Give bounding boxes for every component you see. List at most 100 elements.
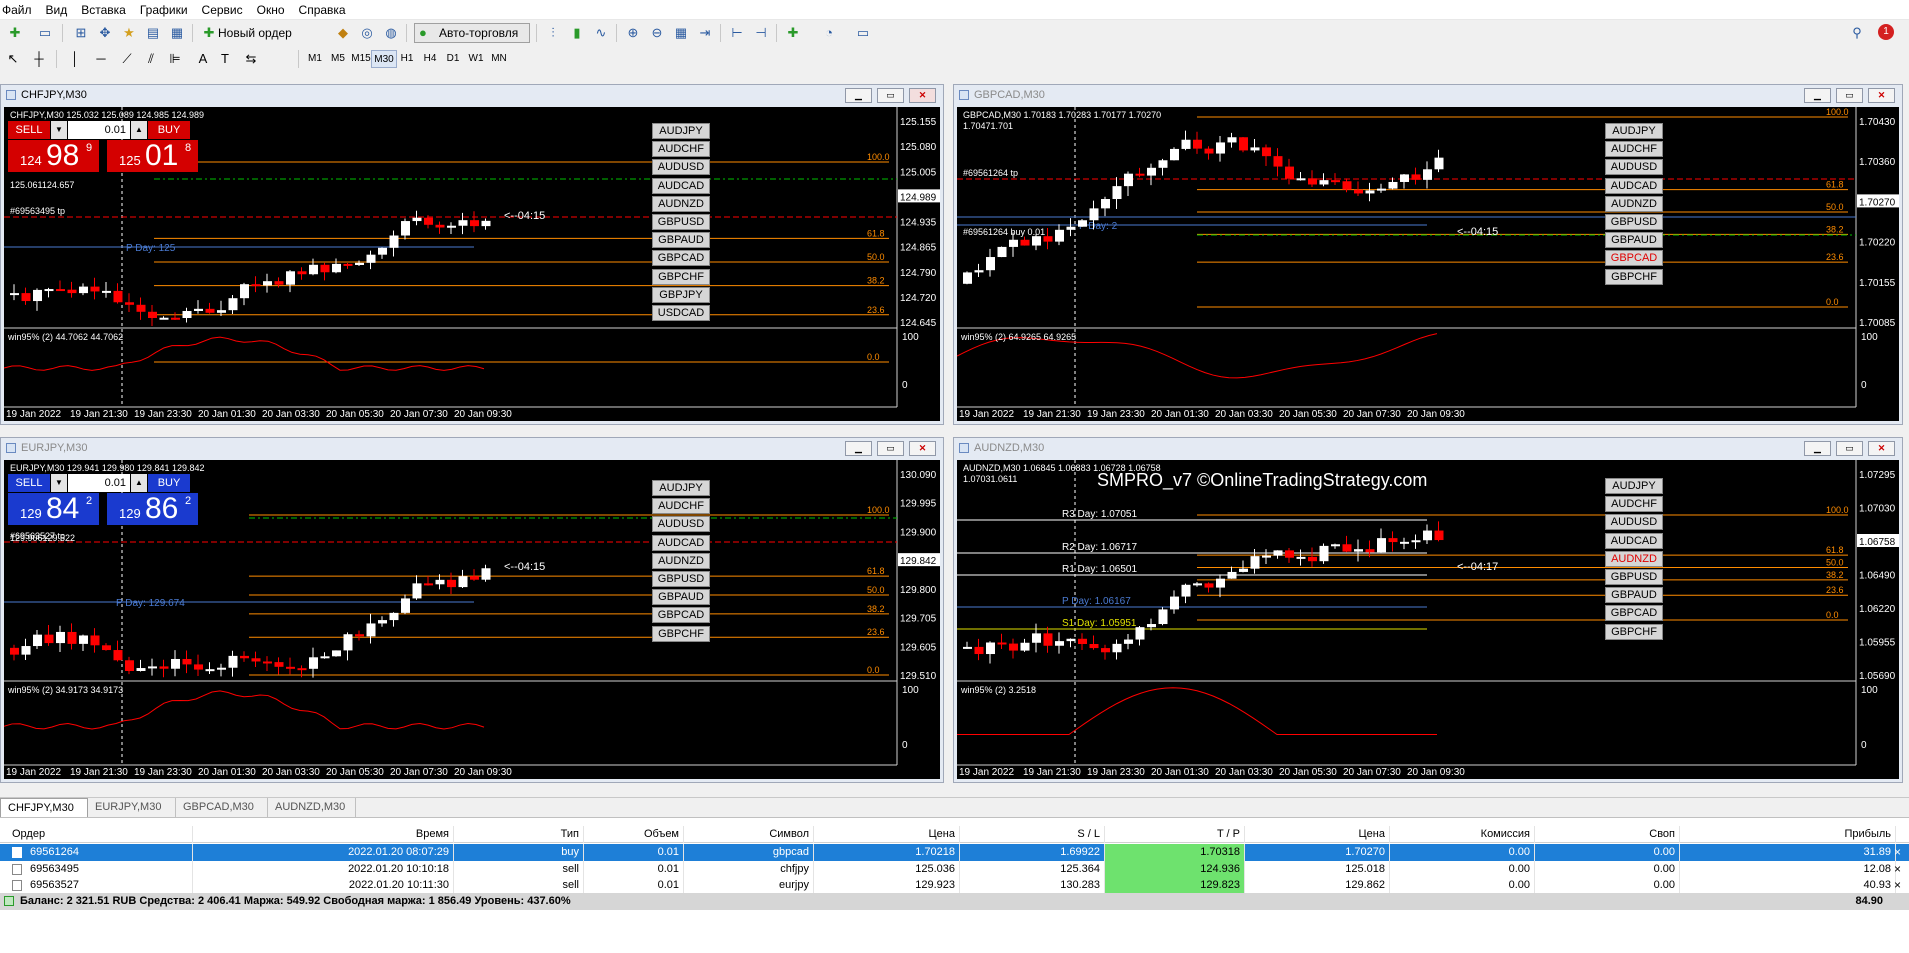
- chart-canvas[interactable]: 1.70430 1.70360 1.70270 1.70220 1.70155 1.700…: [957, 107, 1899, 421]
- column-header[interactable]: T / P: [1105, 826, 1245, 843]
- symbol-button-gbpcad[interactable]: GBPCAD: [652, 607, 710, 624]
- order-row[interactable]: 69563527 2022.01.20 10:11:30 sell 0.01 eurjp…: [0, 877, 1909, 894]
- order-row[interactable]: 69561264 2022.01.20 08:07:29 buy 0.01 gbpcad…: [0, 844, 1909, 861]
- symbol-button-audcad[interactable]: AUDCAD: [652, 534, 710, 551]
- sell-button[interactable]: SELL: [8, 121, 50, 139]
- symbol-button-gbpchf[interactable]: GBPCHF: [652, 625, 710, 642]
- indicators-icon[interactable]: ⊣: [750, 23, 772, 43]
- menu-5[interactable]: Окно: [250, 0, 292, 17]
- column-header[interactable]: Символ: [684, 826, 814, 843]
- symbol-button-audusd[interactable]: AUDUSD: [1605, 514, 1663, 531]
- order-row[interactable]: 69563495 2022.01.20 10:10:18 sell 0.01 chfjp…: [0, 860, 1909, 878]
- profiles-icon[interactable]: ▭: [34, 23, 56, 43]
- symbol-button-gbpusd[interactable]: GBPUSD: [1605, 214, 1663, 230]
- chart-window-audnzd[interactable]: AUDNZD,M30 ▁ ▭ ✕ 1.07295 1.07030 1.06758 1.0649…: [953, 437, 1903, 783]
- text-icon[interactable]: A: [192, 49, 214, 69]
- autoscroll-icon[interactable]: ⇥: [694, 23, 716, 43]
- terminal-icon[interactable]: ▤: [142, 23, 164, 43]
- timeframe-mn[interactable]: MN: [486, 50, 512, 68]
- column-header[interactable]: Комиссия: [1390, 826, 1535, 843]
- autotrading-button[interactable]: ● Авто-торговля: [414, 23, 530, 43]
- column-header[interactable]: Тип: [454, 826, 584, 843]
- close-icon[interactable]: ✕: [1868, 88, 1895, 103]
- symbol-button-gbpchf[interactable]: GBPCHF: [1605, 268, 1663, 285]
- line-chart-icon[interactable]: ∿: [590, 23, 612, 43]
- close-order-icon[interactable]: ×: [1894, 877, 1901, 894]
- label-icon[interactable]: T: [214, 49, 236, 69]
- column-header[interactable]: Цена: [814, 826, 960, 843]
- chart-canvas[interactable]: 1.07295 1.07030 1.06758 1.06490 1.06220 1.059…: [957, 460, 1899, 779]
- symbol-button-audjpy[interactable]: AUDJPY: [652, 123, 710, 139]
- menu-6[interactable]: Справка: [292, 0, 353, 17]
- symbol-button-audcad[interactable]: AUDCAD: [1605, 177, 1663, 194]
- column-header[interactable]: Прибыль: [1680, 826, 1896, 843]
- menu-4[interactable]: Сервис: [195, 0, 250, 17]
- minimize-icon[interactable]: ▁: [845, 88, 872, 103]
- fibonacci-icon[interactable]: ⊫: [164, 49, 186, 69]
- zoom-in-icon[interactable]: ⊕: [622, 23, 644, 43]
- market-watch-icon[interactable]: ⊞: [70, 23, 92, 43]
- periods-icon[interactable]: ◔: [818, 23, 840, 43]
- new-chart-icon[interactable]: ✚: [4, 23, 26, 43]
- volume-input[interactable]: 0.01: [68, 474, 130, 492]
- column-header[interactable]: Своп: [1535, 826, 1680, 843]
- volume-up-icon[interactable]: ▲: [131, 121, 147, 139]
- data-window-icon[interactable]: ✥: [94, 23, 116, 43]
- candlestick-icon[interactable]: ▮: [566, 23, 588, 43]
- notifications-icon[interactable]: 1: [1878, 24, 1894, 40]
- channel-icon[interactable]: ⫽: [140, 49, 162, 69]
- symbol-button-audcad[interactable]: AUDCAD: [1605, 532, 1663, 549]
- bid-price[interactable]: 129 84 2: [8, 493, 99, 525]
- chart-canvas[interactable]: 125.155 125.080 125.005 124.989 124.935 124.8…: [4, 107, 940, 421]
- symbol-button-gbpaud[interactable]: GBPAUD: [652, 232, 710, 249]
- chart-tab[interactable]: CHFJPY,M30: [0, 798, 88, 817]
- symbol-button-audusd[interactable]: AUDUSD: [652, 159, 710, 176]
- symbol-button-usdcad[interactable]: USDCAD: [652, 305, 710, 321]
- close-order-icon[interactable]: ×: [1894, 844, 1901, 861]
- vertical-line-icon[interactable]: │: [64, 49, 86, 69]
- symbol-button-gbpcad[interactable]: GBPCAD: [1605, 250, 1663, 267]
- close-icon[interactable]: ✕: [909, 441, 936, 456]
- symbol-button-gbpaud[interactable]: GBPAUD: [1605, 232, 1663, 249]
- bar-chart-icon[interactable]: ⫶: [542, 23, 564, 43]
- menu-2[interactable]: Вставка: [74, 0, 133, 17]
- shapes-icon[interactable]: ⇆: [240, 49, 262, 69]
- metaeditor-icon[interactable]: ◆: [332, 23, 354, 43]
- symbol-button-audjpy[interactable]: AUDJPY: [1605, 478, 1663, 494]
- symbol-button-gbpjpy[interactable]: GBPJPY: [652, 286, 710, 303]
- zoom-out-icon[interactable]: ⊖: [646, 23, 668, 43]
- column-header[interactable]: S / L: [960, 826, 1105, 843]
- symbol-button-audjpy[interactable]: AUDJPY: [652, 480, 710, 496]
- buy-button[interactable]: BUY: [148, 474, 190, 492]
- maximize-icon[interactable]: ▭: [877, 88, 904, 103]
- buy-button[interactable]: BUY: [148, 121, 190, 139]
- symbol-button-gbpusd[interactable]: GBPUSD: [1605, 569, 1663, 585]
- symbol-button-audchf[interactable]: AUDCHF: [652, 498, 710, 515]
- menu-0[interactable]: Файл: [0, 0, 39, 17]
- volume-input[interactable]: 0.01: [68, 121, 130, 139]
- symbol-button-gbpusd[interactable]: GBPUSD: [652, 571, 710, 587]
- maximize-icon[interactable]: ▭: [1836, 88, 1863, 103]
- bid-price[interactable]: 124 98 9: [8, 140, 99, 172]
- volume-up-icon[interactable]: ▲: [131, 474, 147, 492]
- chart-tab[interactable]: EURJPY,M30: [88, 798, 176, 817]
- cursor-icon[interactable]: ↖: [2, 49, 24, 69]
- close-order-icon[interactable]: ×: [1894, 861, 1901, 878]
- ask-price[interactable]: 129 86 2: [107, 493, 198, 525]
- symbol-button-gbpchf[interactable]: GBPCHF: [652, 268, 710, 285]
- maximize-icon[interactable]: ▭: [877, 441, 904, 456]
- maximize-icon[interactable]: ▭: [1836, 441, 1863, 456]
- tile-windows-icon[interactable]: ▦: [670, 23, 692, 43]
- tester-icon[interactable]: ▦: [166, 23, 188, 43]
- column-header[interactable]: Ордер: [8, 826, 193, 843]
- search-icon[interactable]: ⚲: [1846, 23, 1868, 43]
- chart-shift-icon[interactable]: ⊢: [726, 23, 748, 43]
- symbol-button-audnzd[interactable]: AUDNZD: [652, 552, 710, 569]
- close-icon[interactable]: ✕: [909, 88, 936, 103]
- menu-1[interactable]: Вид: [39, 0, 75, 17]
- new-order-button[interactable]: Новый ордер: [214, 23, 296, 43]
- symbol-button-audchf[interactable]: AUDCHF: [1605, 496, 1663, 513]
- minimize-icon[interactable]: ▁: [845, 441, 872, 456]
- symbol-button-gbpcad[interactable]: GBPCAD: [652, 250, 710, 267]
- minimize-icon[interactable]: ▁: [1804, 441, 1831, 456]
